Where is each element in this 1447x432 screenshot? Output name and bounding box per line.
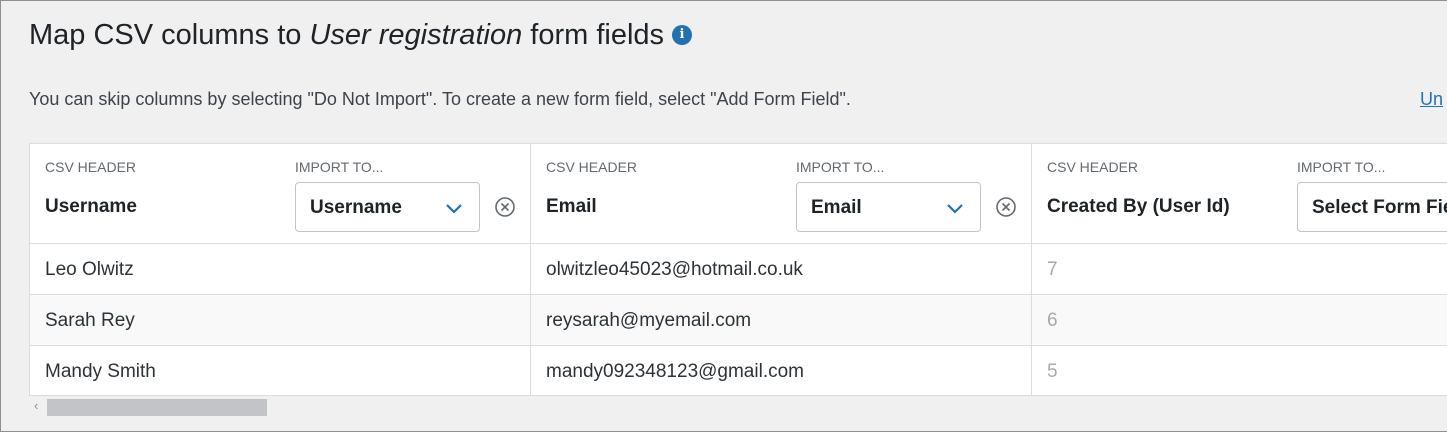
import-field-select[interactable]: Select Form Field [1297,182,1447,232]
csv-header-label: CSV HEADER [45,159,137,175]
mapping-column-username: CSV HEADER IMPORT TO... Username Usernam… [30,144,531,395]
csv-header-name: Username [45,196,137,217]
mapping-table: CSV HEADER IMPORT TO... Username Usernam… [29,143,1447,396]
mapping-column-email: CSV HEADER IMPORT TO... Email Email olwi… [531,144,1032,395]
clear-mapping-icon[interactable] [995,196,1017,218]
table-cell: olwitzleo45023@hotmail.co.uk [531,244,1031,295]
title-prefix: Map CSV columns to [29,19,310,51]
title-suffix: form fields [522,19,665,51]
page-title: Map CSV columns to User registration for… [29,19,693,52]
clear-mapping-icon[interactable] [494,196,516,218]
import-to-label: IMPORT TO... [295,159,384,175]
csv-header-label: CSV HEADER [546,159,638,175]
column-header: CSV HEADER IMPORT TO... Created By (User… [1032,144,1447,244]
table-cell: 6 [1032,295,1447,346]
import-field-select[interactable]: Username [295,182,480,232]
title-form-name: User registration [309,19,523,51]
instructions-text: You can skip columns by selecting "Do No… [29,89,851,109]
csv-header-name: Created By (User Id) [1047,196,1230,217]
chevron-down-icon [446,204,462,214]
selected-field-value: Username [310,197,402,218]
scroll-left-arrow-icon[interactable]: ‹ [34,398,38,413]
table-cell: reysarah@myemail.com [531,295,1031,346]
table-cell: Mandy Smith [30,346,530,395]
table-cell: 5 [1032,346,1447,395]
csv-header-label: CSV HEADER [1047,159,1139,175]
column-header: CSV HEADER IMPORT TO... Email Email [531,144,1031,244]
import-to-label: IMPORT TO... [796,159,885,175]
selected-field-value: Select Form Field [1312,197,1447,218]
mapping-column-created-by: CSV HEADER IMPORT TO... Created By (User… [1032,144,1447,395]
import-mapping-panel: Map CSV columns to User registration for… [0,0,1447,432]
undo-link[interactable]: Un [1420,89,1443,110]
table-cell: 7 [1032,244,1447,295]
import-to-label: IMPORT TO... [1297,159,1386,175]
csv-header-name: Email [546,196,597,217]
import-field-select[interactable]: Email [796,182,981,232]
scrollbar-thumb[interactable] [47,399,267,416]
chevron-down-icon [947,204,963,214]
table-cell: Leo Olwitz [30,244,530,295]
table-cell: Sarah Rey [30,295,530,346]
column-header: CSV HEADER IMPORT TO... Username Usernam… [30,144,530,244]
info-icon[interactable]: i [672,25,693,45]
selected-field-value: Email [811,197,862,218]
horizontal-scrollbar[interactable]: ‹ [29,396,1447,418]
table-cell: mandy092348123@gmail.com [531,346,1031,395]
